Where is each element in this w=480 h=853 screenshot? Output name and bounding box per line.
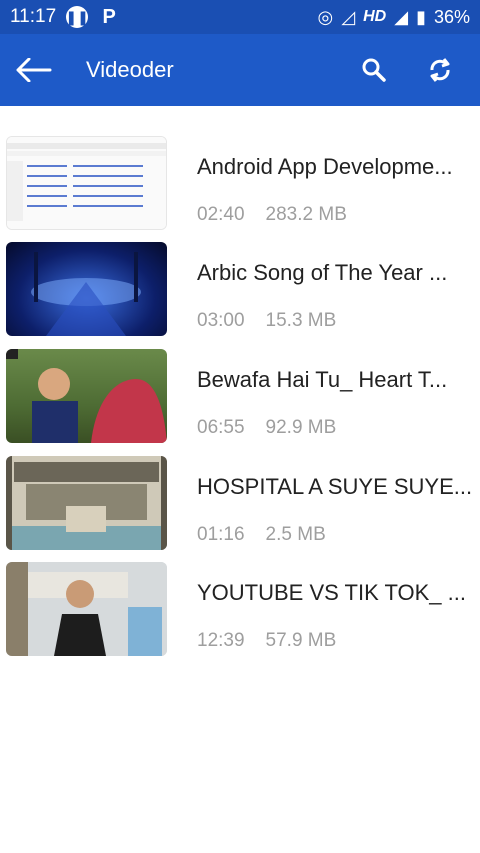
- page-title: Videoder: [86, 57, 174, 82]
- back-arrow-icon: [16, 58, 52, 82]
- video-size: 283.2 MB: [265, 204, 347, 225]
- signal-icon: ◿: [341, 6, 356, 27]
- video-duration: 03:00: [197, 310, 245, 331]
- pause-icon: ❚❚: [65, 6, 89, 28]
- thumbnail: [6, 456, 167, 550]
- video-title: Bewafa Hai Tu_ Heart T...: [197, 367, 448, 392]
- list-item[interactable]: Android App Developme... 02:40 283.2 MB: [0, 136, 480, 242]
- search-icon: [362, 58, 386, 82]
- thumbnail: [6, 562, 167, 656]
- sync-button[interactable]: [416, 46, 464, 94]
- sync-icon: [430, 58, 450, 82]
- video-duration: 01:16: [197, 524, 245, 545]
- video-duration: 12:39: [197, 630, 245, 651]
- video-size: 15.3 MB: [265, 310, 337, 331]
- status-bar: 11:17 ❚❚ P ◎ ◿ HD ◢ ▮ 36%: [0, 0, 480, 34]
- video-size: 2.5 MB: [265, 524, 326, 545]
- search-button[interactable]: [350, 46, 398, 94]
- video-size: 92.9 MB: [265, 417, 337, 438]
- list-item[interactable]: HOSPITAL A SUYE SUYE... 01:16 2.5 MB: [0, 456, 480, 562]
- app-bar: Videoder: [0, 34, 480, 106]
- list-item[interactable]: Arbic Song of The Year ... 03:00 15.3 MB: [0, 242, 480, 348]
- hotspot-icon: ◎: [317, 6, 334, 27]
- status-time: 11:17: [10, 6, 57, 27]
- battery-icon: ▮: [416, 6, 426, 27]
- video-duration: 02:40: [197, 204, 245, 225]
- video-size: 57.9 MB: [265, 630, 337, 651]
- thumbnail: [6, 242, 167, 336]
- video-title: Android App Developme...: [197, 154, 453, 179]
- thumbnail: [6, 349, 167, 443]
- signal-strength-icon: ◢: [394, 6, 409, 27]
- list-item[interactable]: YOUTUBE VS TIK TOK_ ... 12:39 57.9 MB: [0, 562, 480, 668]
- video-duration: 06:55: [197, 417, 245, 438]
- video-title: Arbic Song of The Year ...: [197, 260, 448, 285]
- battery-percent: 36%: [433, 6, 470, 27]
- back-button[interactable]: [0, 34, 68, 106]
- hd-label: HD: [363, 8, 387, 25]
- thumbnail: [6, 136, 167, 230]
- parking-icon: P: [102, 5, 116, 28]
- list-item[interactable]: Bewafa Hai Tu_ Heart T... 06:55 92.9 MB: [0, 349, 480, 455]
- video-title: HOSPITAL A SUYE SUYE...: [197, 474, 473, 499]
- video-title: YOUTUBE VS TIK TOK_ ...: [197, 580, 466, 605]
